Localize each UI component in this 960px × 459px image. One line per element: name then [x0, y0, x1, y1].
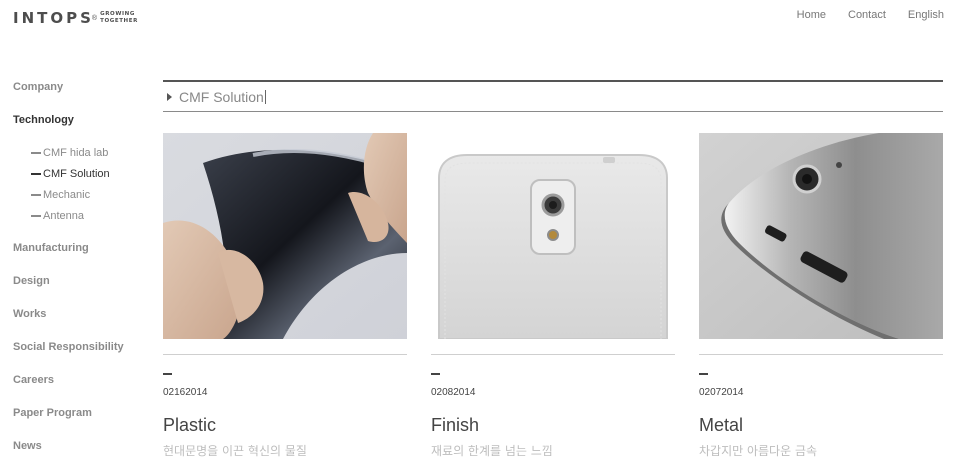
sidebar-subitem-label: Mechanic [43, 189, 91, 201]
card-metal[interactable]: 02072014 Metal 차갑지만 아름다운 금속 [699, 133, 943, 458]
card-title[interactable]: Plastic [163, 415, 216, 436]
logo-wordmark: INTOPS [13, 9, 94, 27]
sidebar-subitem-antenna[interactable]: Antenna [31, 210, 84, 222]
card-image-finish[interactable] [431, 133, 675, 339]
card-plastic[interactable]: 02162014 Plastic 현대문명을 이끈 혁신의 물질 [163, 133, 407, 458]
sidebar-subitem-mechanic[interactable]: Mechanic [31, 189, 90, 201]
text-cursor [264, 89, 266, 104]
sidebar-item-technology[interactable]: Technology [13, 114, 74, 126]
sidebar-subitem-label: CMF hida lab [43, 147, 109, 159]
dash-icon [31, 152, 41, 154]
card-image-plastic[interactable] [163, 133, 407, 339]
card-divider [163, 354, 407, 355]
card-dash [163, 373, 172, 375]
dash-icon [31, 194, 41, 196]
section-title-bar: CMF Solution [163, 80, 943, 112]
sidebar-item-news[interactable]: News [13, 440, 42, 452]
card-finish[interactable]: 02082014 Finish 재료의 한계를 넘는 느낌 [431, 133, 675, 458]
card-divider [431, 354, 675, 355]
plastic-film-image [163, 133, 407, 339]
sidebar-item-company[interactable]: Company [13, 81, 63, 93]
white-phone-back-image [431, 133, 675, 339]
card-date: 02162014 [163, 387, 208, 398]
dash-icon [31, 173, 41, 175]
logo-tagline-bottom: TOGETHER [100, 18, 138, 24]
card-subtitle: 재료의 한계를 넘는 느낌 [431, 444, 553, 458]
nav-contact-link[interactable]: Contact [848, 9, 886, 21]
card-subtitle: 현대문명을 이끈 혁신의 물질 [163, 444, 307, 458]
sidebar-item-manufacturing[interactable]: Manufacturing [13, 242, 89, 254]
logo[interactable]: INTOPS ® GROWING TOGETHER [13, 9, 138, 27]
sidebar-item-social-responsibility[interactable]: Social Responsibility [13, 341, 124, 353]
logo-registered-mark: ® [91, 14, 98, 22]
card-dash [431, 373, 440, 375]
page-title: CMF Solution [179, 88, 264, 105]
card-dash [699, 373, 708, 375]
sidebar-item-careers[interactable]: Careers [13, 374, 54, 386]
sidebar-subitem-cmf-hida-lab[interactable]: CMF hida lab [31, 147, 108, 159]
dash-icon [31, 215, 41, 217]
card-title[interactable]: Metal [699, 415, 743, 436]
card-date: 02072014 [699, 387, 744, 398]
sidebar-subitem-cmf-solution[interactable]: CMF Solution [31, 168, 110, 180]
sidebar-subitem-label: CMF Solution [43, 168, 110, 180]
logo-tagline: GROWING TOGETHER [100, 11, 138, 25]
metal-tablet-image [699, 133, 943, 339]
nav-home-link[interactable]: Home [797, 9, 826, 21]
sidebar-item-design[interactable]: Design [13, 275, 50, 287]
card-divider [699, 354, 943, 355]
top-nav: Home Contact English [797, 9, 944, 21]
sidebar-item-works[interactable]: Works [13, 308, 46, 320]
nav-english-link[interactable]: English [908, 9, 944, 21]
sidebar-subitem-label: Antenna [43, 210, 84, 222]
triangle-right-icon [167, 92, 172, 101]
card-date: 02082014 [431, 387, 476, 398]
card-subtitle: 차갑지만 아름다운 금속 [699, 444, 818, 458]
sidebar-item-paper-program[interactable]: Paper Program [13, 407, 92, 419]
logo-tagline-top: GROWING [100, 11, 135, 17]
card-title[interactable]: Finish [431, 415, 479, 436]
card-image-metal[interactable] [699, 133, 943, 339]
